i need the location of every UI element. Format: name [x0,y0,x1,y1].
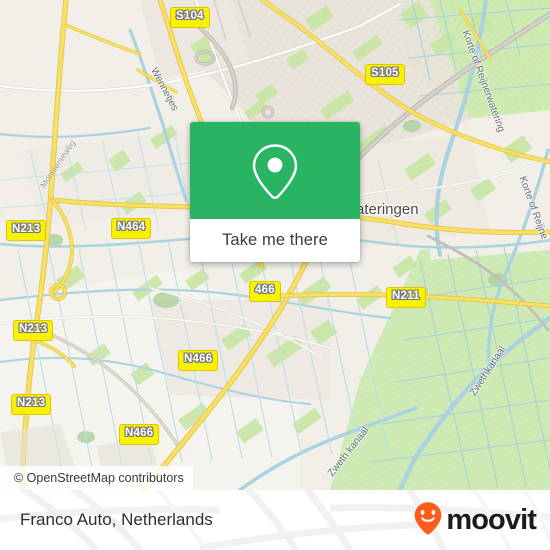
take-me-there-label: Take me there [222,231,328,249]
road-shield: N466 [178,350,219,371]
card-action-area[interactable]: Take me there [190,219,360,262]
moovit-logo[interactable]: moovit [413,490,537,550]
location-pin-icon [246,140,304,202]
osm-attribution[interactable]: © OpenStreetMap contributors [0,466,193,490]
place-name: Franco Auto, Netherlands [20,510,213,529]
map-viewport[interactable]: S104 S105 N213 N464 466 N211 N213 N466 N… [0,0,550,490]
place-label-wateringen: ateringen [356,201,419,218]
road-shield: S104 [170,7,210,28]
road-shield: N213 [13,320,54,341]
footer-bar: Franco Auto, Netherlands moovit [0,490,550,550]
osm-attribution-text: © OpenStreetMap contributors [14,471,184,485]
road-shield: 466 [249,281,281,302]
road-shield: N466 [119,424,160,445]
moovit-smiley-pin-icon [413,501,443,540]
road-shield: N213 [11,394,52,415]
road-shield: S105 [365,64,405,85]
road-shield: N464 [111,218,152,239]
road-shield: N211 [386,287,426,308]
card-image-area [190,122,360,219]
road-shield: N213 [6,220,47,241]
moovit-wordmark: moovit [446,503,537,536]
moovit-map-screenshot: S104 S105 N213 N464 466 N211 N213 N466 N… [0,0,550,550]
take-me-there-card[interactable]: Take me there [190,122,360,262]
